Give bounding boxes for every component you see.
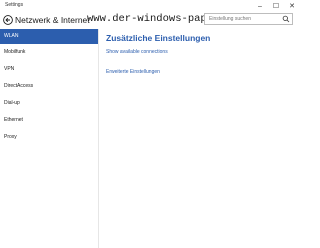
back-arrow-icon [3, 15, 13, 25]
main-content: Zusätzliche Einstellungen Show available… [106, 33, 296, 75]
back-button[interactable] [3, 15, 13, 25]
maximize-button[interactable]: ☐ [268, 0, 284, 12]
window-controls: – ☐ ✕ [252, 0, 300, 12]
app-title: Settings [5, 2, 24, 8]
close-button[interactable]: ✕ [284, 0, 300, 12]
search-icon[interactable] [282, 15, 290, 23]
section-title: Zusätzliche Einstellungen [106, 33, 211, 43]
title-bar: Settings – ☐ ✕ [0, 0, 300, 12]
sidebar-item-directaccess[interactable]: DirectAccess [0, 78, 98, 95]
sidebar-item-ethernet[interactable]: Ethernet [0, 112, 98, 129]
sidebar-item-dial-up[interactable]: Dial-up [0, 95, 98, 112]
show-available-connections-link[interactable]: Show available connections [106, 49, 296, 55]
minimize-button[interactable]: – [252, 0, 268, 12]
search-box[interactable] [204, 13, 293, 25]
sidebar-item-proxy[interactable]: Proxy [0, 129, 98, 146]
search-input[interactable] [205, 14, 283, 24]
sidebar-item-mobilfunk[interactable]: Mobilfunk [0, 44, 98, 61]
page-title: Netzwerk & Internet [15, 15, 90, 25]
sidebar-item-vpn[interactable]: VPN [0, 61, 98, 78]
sidebar: WLAN Mobilfunk VPN DirectAccess Dial-up … [0, 29, 99, 248]
sidebar-item-wlan[interactable]: WLAN [0, 29, 98, 44]
advanced-settings-link[interactable]: Erweiterte Einstellungen [106, 69, 296, 75]
